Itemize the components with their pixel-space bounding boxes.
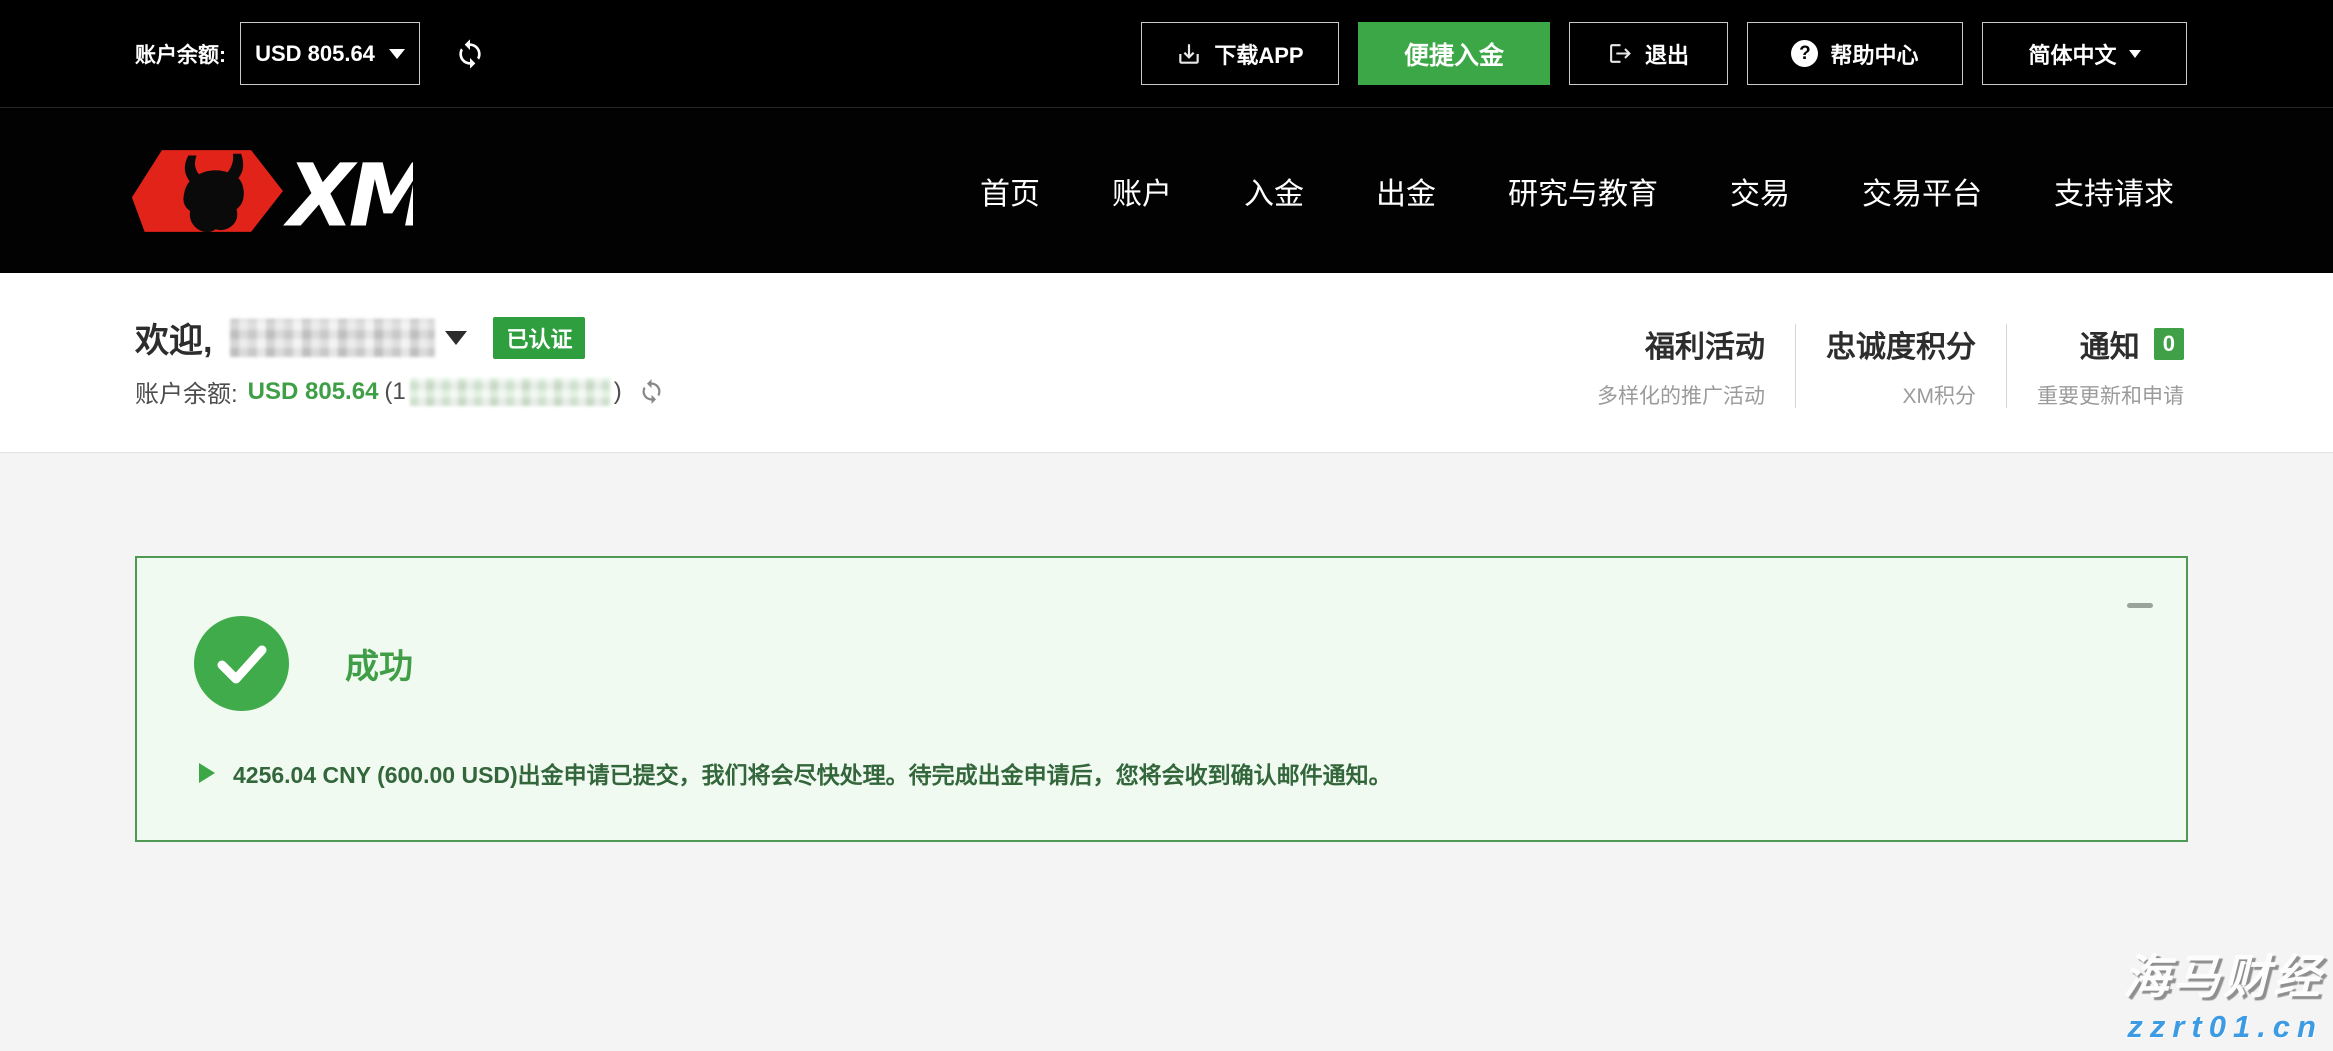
topbar: 账户余额: USD 805.64 下载APP 便捷入金 退出 <box>0 0 2333 107</box>
account-number-close: ) <box>614 378 622 406</box>
welcome-balance-label: 账户余额: <box>135 374 238 409</box>
nav-item-withdraw[interactable]: 出金 <box>1376 169 1436 213</box>
nav-item-home[interactable]: 首页 <box>980 169 1040 213</box>
watermark: 海马财经 zzrt01.cn <box>2123 938 2323 1045</box>
notification-count-badge: 0 <box>2154 328 2184 360</box>
quick-link-title: 通知 <box>2080 322 2140 366</box>
xm-logo-text: XM <box>282 146 413 236</box>
download-app-button[interactable]: 下载APP <box>1141 22 1339 85</box>
refresh-icon-svg <box>454 38 486 70</box>
caret-down-icon <box>389 49 405 59</box>
quick-link-promotions[interactable]: 福利活动 多样化的推广活动 <box>1567 322 1795 410</box>
help-center-label: 帮助中心 <box>1830 38 1918 70</box>
nav-item-account[interactable]: 账户 <box>1112 169 1172 213</box>
logout-icon <box>1608 41 1633 66</box>
main-navbar: XM 首页 账户 入金 出金 研究与教育 交易 交易平台 支持请求 <box>0 107 2333 273</box>
refresh-icon[interactable] <box>454 38 486 70</box>
logout-button[interactable]: 退出 <box>1569 22 1728 85</box>
bullet-triangle-icon <box>199 763 215 783</box>
quick-link-subtitle: XM积分 <box>1826 380 1976 410</box>
collapse-dash-icon[interactable] <box>2127 603 2153 608</box>
download-app-label: 下载APP <box>1214 38 1303 70</box>
welcome-greeting: 欢迎, <box>135 313 212 362</box>
nav-item-trading[interactable]: 交易 <box>1730 169 1790 213</box>
quick-link-subtitle: 重要更新和申请 <box>2037 380 2184 410</box>
nav-item-support[interactable]: 支持请求 <box>2054 169 2174 213</box>
nav-item-research-education[interactable]: 研究与教育 <box>1508 169 1658 213</box>
topbar-balance-label: 账户余额: <box>135 39 226 69</box>
language-dropdown[interactable]: 简体中文 <box>1982 22 2187 85</box>
nav-menu: 首页 账户 入金 出金 研究与教育 交易 交易平台 支持请求 <box>980 169 2174 213</box>
balance-dropdown-value: USD 805.64 <box>255 41 375 67</box>
welcome-quick-links: 福利活动 多样化的推广活动 忠诚度积分 XM积分 通知 0 重要更新和申请 <box>1567 273 2184 452</box>
welcome-balance-value: USD 805.64 <box>248 378 379 406</box>
success-check-icon <box>194 616 289 711</box>
quick-link-loyalty[interactable]: 忠诚度积分 XM积分 <box>1796 322 2006 410</box>
watermark-site: zzrt01.cn <box>2123 1009 2323 1045</box>
caret-down-icon[interactable] <box>445 331 467 345</box>
page: 账户余额: USD 805.64 下载APP 便捷入金 退出 <box>0 0 2333 1051</box>
quick-link-notifications[interactable]: 通知 0 重要更新和申请 <box>2007 322 2184 410</box>
balance-dropdown[interactable]: USD 805.64 <box>240 22 420 85</box>
watermark-brand: 海马财经 <box>2123 938 2323 1007</box>
language-label: 简体中文 <box>2028 38 2116 70</box>
welcome-strip: 欢迎, 已认证 账户余额: USD 805.64 (1 ) 福利活动 多样化的推… <box>0 273 2333 452</box>
topbar-actions: 下载APP 便捷入金 退出 ? 帮助中心 简体中文 <box>1141 22 2187 85</box>
account-number-redacted <box>410 378 610 406</box>
help-center-button[interactable]: ? 帮助中心 <box>1747 22 1963 85</box>
main-content: 成功 4256.04 CNY (600.00 USD)出金申请已提交，我们将会尽… <box>0 452 2333 1051</box>
xm-logo[interactable]: XM <box>131 145 413 237</box>
download-icon <box>1176 41 1202 67</box>
username-redacted <box>230 319 435 357</box>
account-number-open: (1 <box>384 378 405 406</box>
help-icon: ? <box>1791 40 1818 67</box>
quick-link-subtitle: 多样化的推广活动 <box>1597 380 1765 410</box>
quick-link-title: 福利活动 <box>1597 322 1765 366</box>
quick-link-title: 忠诚度积分 <box>1826 322 1976 366</box>
welcome-left: 欢迎, 已认证 账户余额: USD 805.64 (1 ) <box>135 273 665 452</box>
logout-label: 退出 <box>1645 38 1689 70</box>
nav-item-deposit[interactable]: 入金 <box>1244 169 1304 213</box>
alert-message: 4256.04 CNY (600.00 USD)出金申请已提交，我们将会尽快处理… <box>233 756 1392 790</box>
caret-down-icon <box>2129 50 2141 58</box>
nav-item-platforms[interactable]: 交易平台 <box>1862 169 1982 213</box>
alert-title: 成功 <box>345 639 413 688</box>
verified-badge: 已认证 <box>493 317 585 359</box>
refresh-icon[interactable] <box>638 378 665 405</box>
success-alert: 成功 4256.04 CNY (600.00 USD)出金申请已提交，我们将会尽… <box>135 556 2188 842</box>
quick-deposit-button[interactable]: 便捷入金 <box>1358 22 1550 85</box>
xm-logo-svg: XM <box>131 145 413 237</box>
